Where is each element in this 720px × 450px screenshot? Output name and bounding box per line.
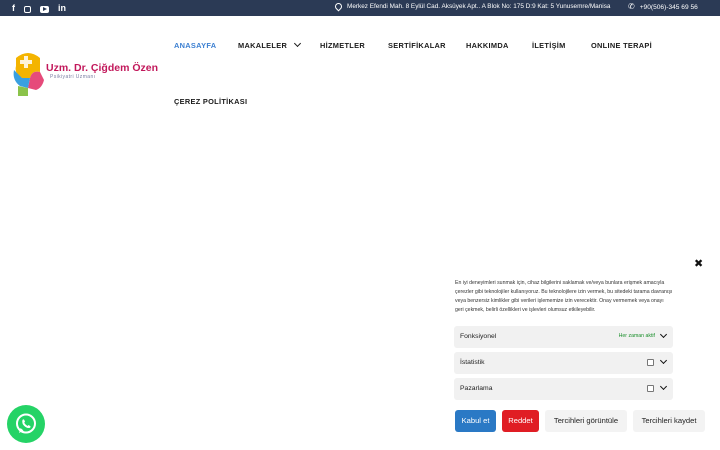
logo-subtitle: Psikiyatri Uzmanı <box>50 74 96 80</box>
address: Merkez Efendi Mah. 8 Eylül Cad. Aksüyek … <box>333 1 611 12</box>
category-label: İstatistik <box>460 359 485 366</box>
linkedin-icon[interactable]: in <box>58 2 66 14</box>
category-label: Pazarlama <box>460 385 493 392</box>
top-bar: f in Merkez Efendi Mah. 8 Eylül Cad. Aks… <box>0 0 720 16</box>
whatsapp-button[interactable] <box>7 405 45 443</box>
accept-button[interactable]: Kabul et <box>455 410 496 432</box>
chevron-down-icon[interactable] <box>659 382 668 391</box>
phone-text[interactable]: +90(506)-345 69 56 <box>640 4 698 11</box>
cookie-category-marketing[interactable]: Pazarlama <box>454 378 673 400</box>
phone-icon: ✆ <box>628 2 635 11</box>
nav-item-hizmetler[interactable]: HİZMETLER <box>320 41 365 50</box>
chevron-down-icon[interactable] <box>659 330 668 339</box>
nav-item-online-terapi[interactable]: ONLINE TERAPİ <box>591 41 652 50</box>
statistics-checkbox[interactable] <box>647 359 654 366</box>
chevron-down-icon <box>294 39 302 48</box>
cookie-close-button[interactable]: ✖ <box>694 257 703 270</box>
nav-item-anasayfa[interactable]: ANASAYFA <box>174 41 216 50</box>
nav-item-sertifikalar[interactable]: SERTİFİKALAR <box>388 41 446 50</box>
nav-item-label: MAKALELER <box>238 41 288 50</box>
cookie-category-functional[interactable]: Fonksiyonel Her zaman aktif <box>454 326 673 348</box>
deny-button[interactable]: Reddet <box>502 410 539 432</box>
nav-item-hakkimda[interactable]: HAKKIMDA <box>466 41 509 50</box>
nav-item-makaleler[interactable]: MAKALELER <box>238 39 302 50</box>
cookie-category-statistics[interactable]: İstatistik <box>454 352 673 374</box>
social-links: f in <box>12 2 66 14</box>
logo-name[interactable]: Uzm. Dr. Çiğdem Özen <box>46 62 158 74</box>
facebook-icon[interactable]: f <box>12 2 15 14</box>
location-pin-icon <box>333 1 344 12</box>
category-label: Fonksiyonel <box>460 333 497 340</box>
always-active-status: Her zaman aktif <box>618 333 655 339</box>
whatsapp-icon <box>16 413 36 434</box>
chevron-down-icon[interactable] <box>659 356 668 365</box>
cookie-description: En iyi deneyimleri sunmak için, cihaz bi… <box>455 280 673 313</box>
nav-item-cerez-politikasi[interactable]: ÇEREZ POLİTİKASI <box>174 97 247 106</box>
youtube-icon[interactable] <box>40 5 49 13</box>
marketing-checkbox[interactable] <box>647 385 654 392</box>
address-text: Merkez Efendi Mah. 8 Eylül Cad. Aksüyek … <box>347 3 611 10</box>
instagram-icon[interactable] <box>24 5 31 13</box>
nav-item-iletisim[interactable]: İLETİŞİM <box>532 41 566 50</box>
view-preferences-button[interactable]: Tercihleri görüntüle <box>545 410 627 432</box>
phone[interactable]: ✆ +90(506)-345 69 56 <box>628 3 698 11</box>
save-preferences-button[interactable]: Tercihleri kaydet <box>633 410 705 432</box>
